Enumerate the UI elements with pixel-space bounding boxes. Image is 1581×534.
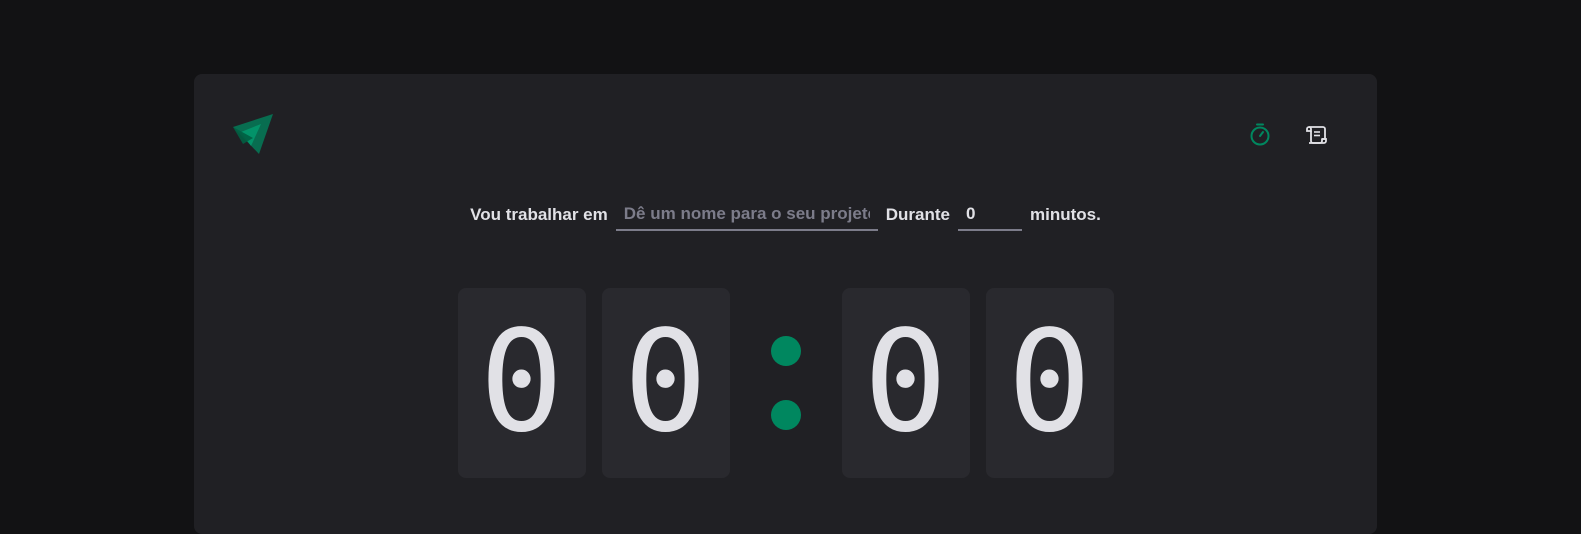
minutes-input[interactable] — [958, 199, 1022, 231]
separator-dot-bottom — [770, 400, 801, 430]
timer-icon — [1249, 122, 1271, 151]
scroll-icon — [1304, 123, 1328, 150]
minutes-suffix: minutos. — [1030, 205, 1101, 224]
seconds-ones-digit: 0 — [985, 288, 1114, 478]
app-container: Vou trabalhar em Durante minutos. 0 0 0 … — [194, 74, 1377, 534]
separator-dot-top — [770, 336, 801, 366]
minutes-ones-digit: 0 — [601, 288, 730, 478]
duration-label: Durante — [885, 205, 950, 224]
nav-history-link[interactable] — [1305, 124, 1327, 148]
minutes-tens-digit: 0 — [457, 288, 586, 478]
countdown-display: 0 0 0 0 — [194, 288, 1377, 478]
main-nav — [1249, 122, 1327, 151]
task-input[interactable] — [615, 199, 878, 231]
seconds-tens-digit: 0 — [841, 288, 970, 478]
time-separator — [746, 288, 826, 478]
task-form: Vou trabalhar em Durante minutos. — [194, 199, 1377, 231]
task-label: Vou trabalhar em — [470, 205, 608, 224]
logo-icon — [233, 114, 275, 156]
nav-timer-link[interactable] — [1249, 122, 1271, 151]
header — [194, 74, 1377, 204]
